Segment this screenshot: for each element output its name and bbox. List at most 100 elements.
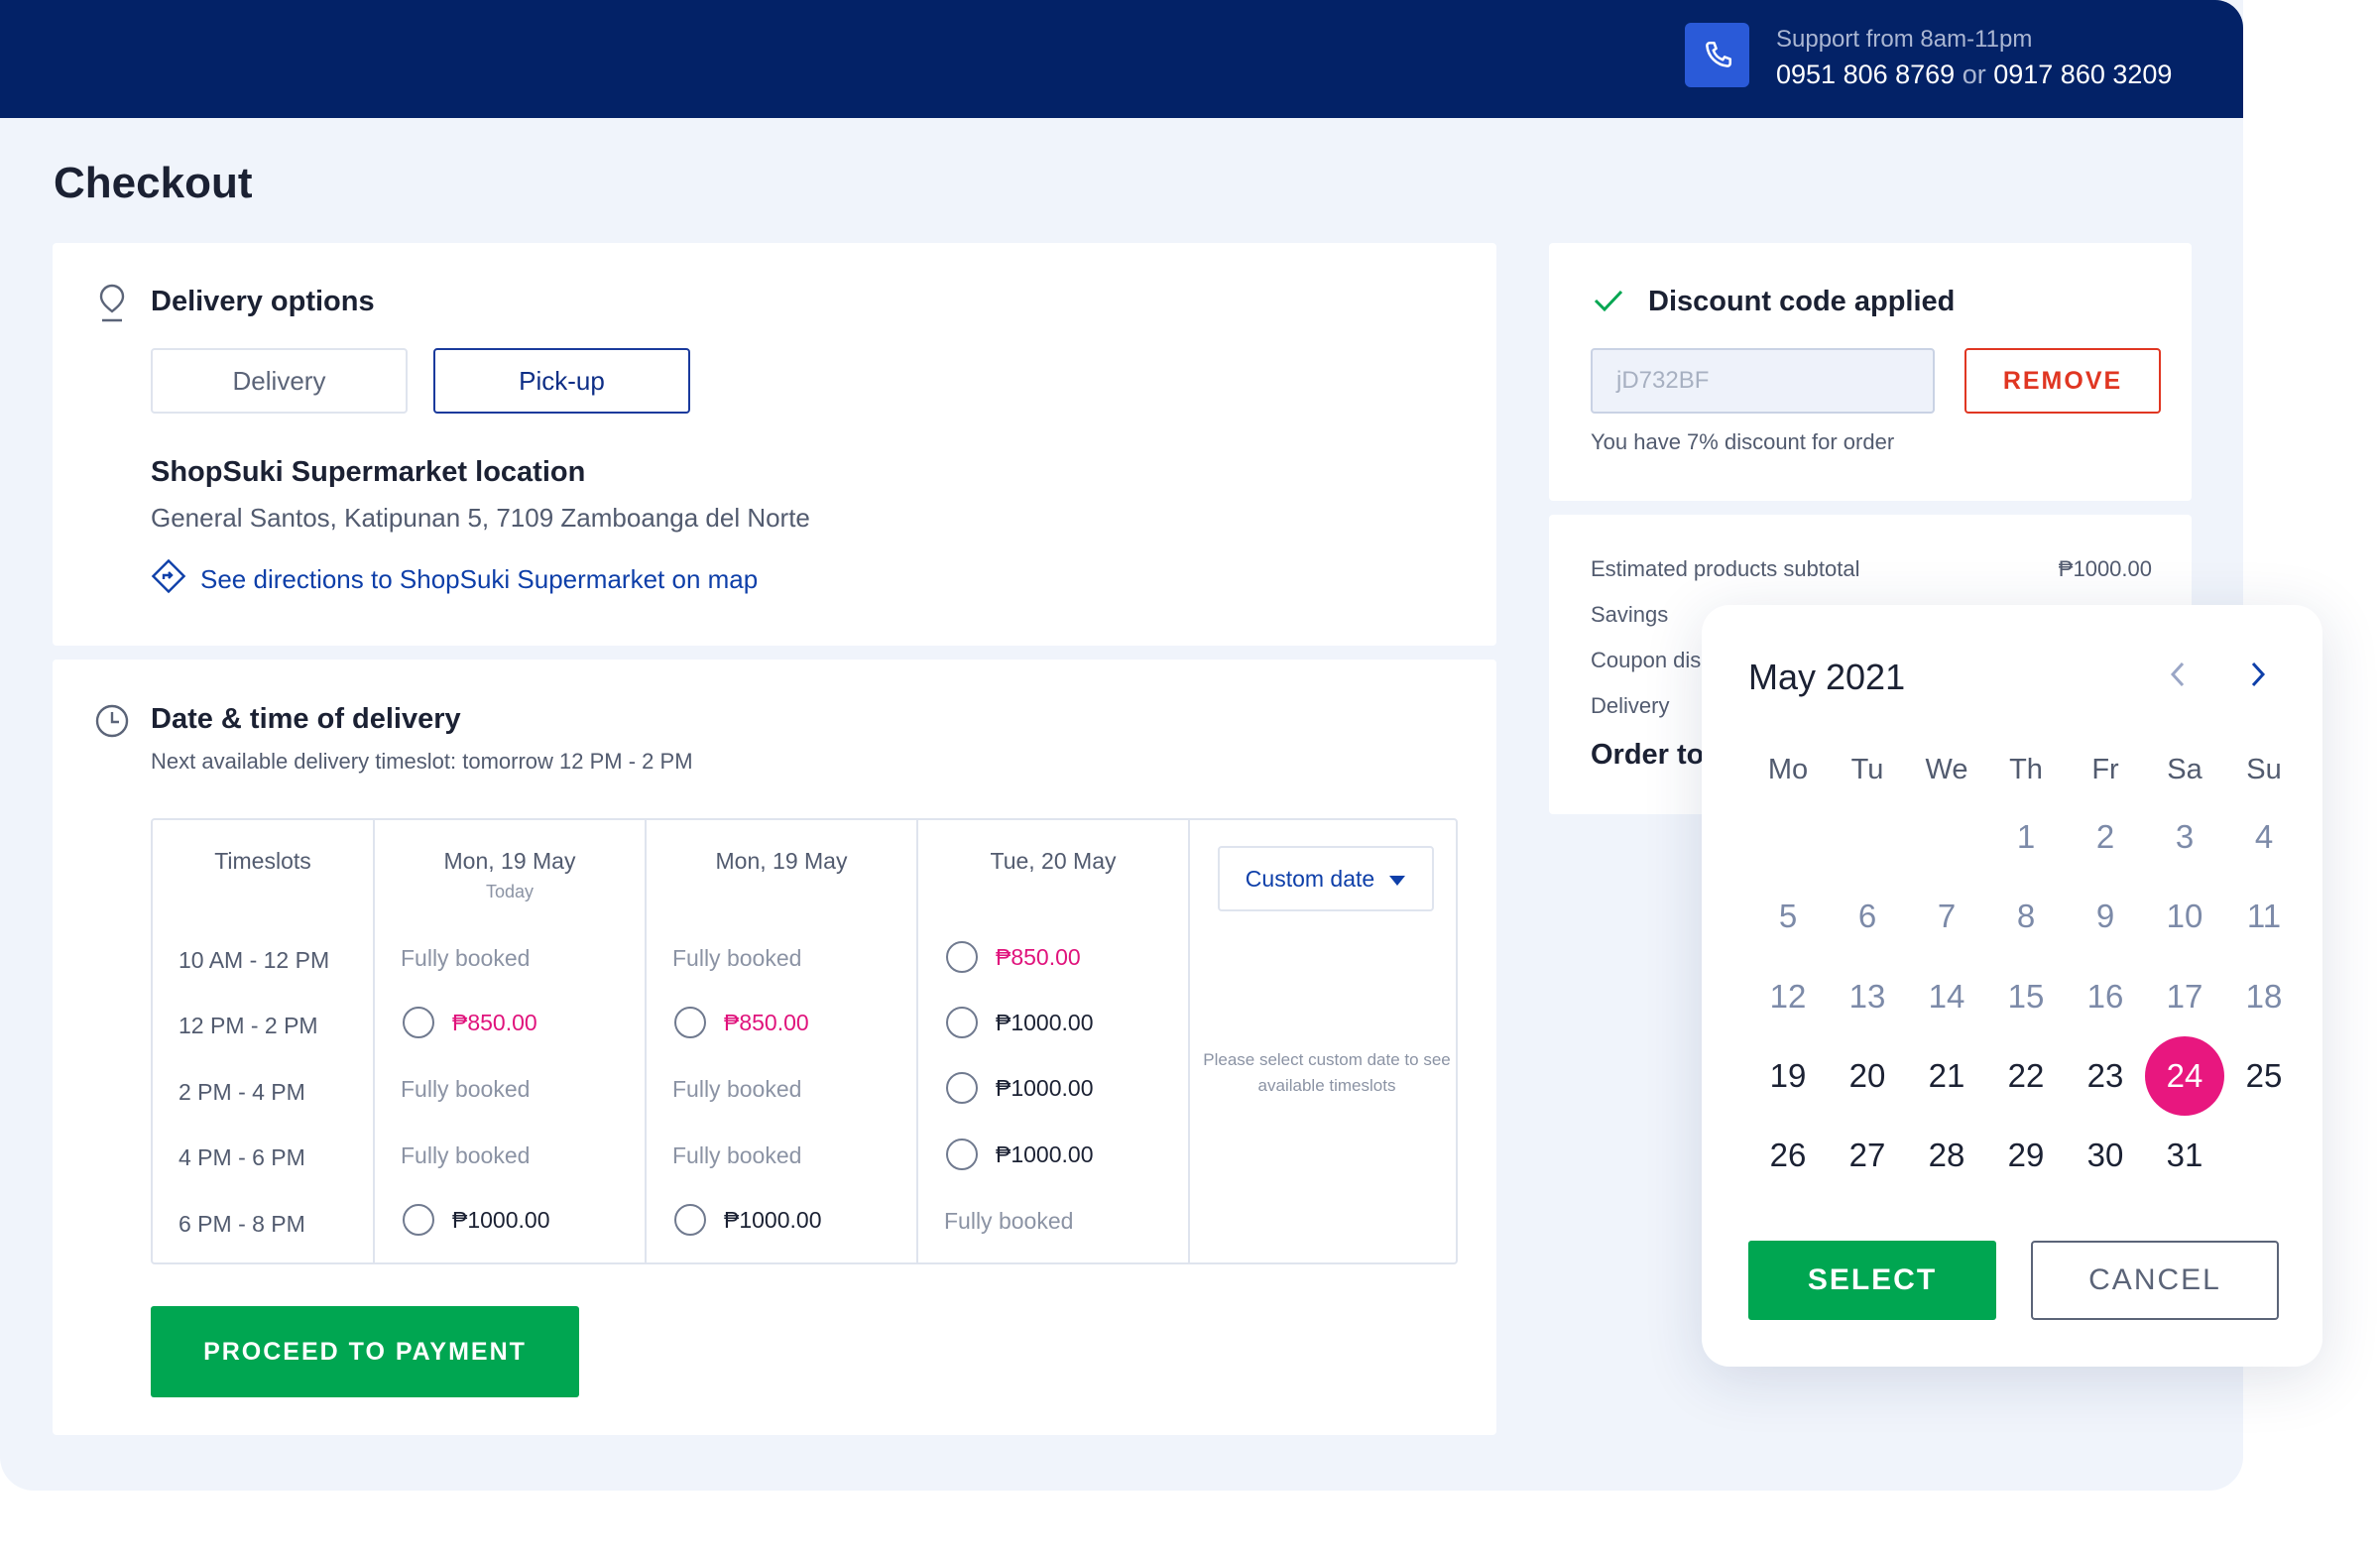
radio-button[interactable] [674, 1204, 706, 1236]
day-column: Mon, 19 May Today Fully booked ₱850.00 Ful… [375, 820, 647, 1262]
delivery-options-card: Delivery options Delivery Pick-up ShopSu… [53, 243, 1496, 646]
date-time-title: Date & time of delivery [151, 703, 461, 735]
calendar-day[interactable]: 4 [2224, 797, 2304, 877]
timeslot-fully-booked: Fully booked [944, 1208, 1073, 1235]
radio-button[interactable] [403, 1204, 434, 1236]
timeslot-label: 2 PM - 4 PM [178, 1079, 305, 1105]
calendar-day[interactable]: 2 [2066, 797, 2145, 877]
fully-booked-label: Fully booked [944, 1208, 1074, 1234]
calendar-day[interactable]: 20 [1828, 1036, 1907, 1116]
weekday-label: Tu [1850, 754, 1884, 785]
calendar-day[interactable]: 11 [2224, 877, 2304, 956]
custom-date-dropdown[interactable]: Custom date [1218, 846, 1434, 911]
timeslot-label: 4 PM - 6 PM [178, 1144, 305, 1170]
calendar-day[interactable]: 27 [1828, 1116, 1907, 1195]
proceed-to-payment-button[interactable]: PROCEED TO PAYMENT [151, 1306, 579, 1397]
support-hours: Support from 8am-11pm [1776, 26, 2033, 53]
calendar-day[interactable]: 6 [1828, 877, 1907, 956]
timeslot-price: ₱1000.00 [996, 1074, 1094, 1101]
fully-booked-label: Fully booked [672, 1142, 802, 1168]
caret-down-icon [1388, 866, 1406, 893]
remove-discount-button[interactable]: REMOVE [1964, 348, 2161, 414]
chevron-left-icon[interactable] [2158, 655, 2198, 694]
timeslot-fully-booked: Fully booked [401, 1142, 530, 1169]
day-header: Mon, 19 May [443, 848, 576, 874]
next-timeslot-note: Next available delivery timeslot: tomorr… [151, 749, 693, 774]
calendar-day[interactable]: 28 [1907, 1116, 1986, 1195]
calendar-day[interactable]: 25 [2224, 1036, 2304, 1116]
calendar-day[interactable]: 30 [2066, 1116, 2145, 1195]
support-phones: 0951 806 8769 or 0917 860 3209 [1776, 60, 2172, 90]
cancel-button[interactable]: CANCEL [2031, 1241, 2279, 1320]
top-bar: Support from 8am-11pm 0951 806 8769 or 0… [0, 0, 2243, 118]
calendar-day[interactable]: 16 [2066, 957, 2145, 1036]
directions-link-label[interactable]: See directions to ShopSuki Supermarket o… [200, 564, 758, 595]
weekday-label: Fr [2091, 754, 2119, 785]
radio-button[interactable] [946, 1007, 978, 1038]
delivery-option-button[interactable]: Delivery [151, 348, 408, 414]
date-picker-popup: May 2021 SELECT CANCEL Mo Tu We Th Fr Sa Su 1 2 3… [1702, 605, 2322, 1367]
calendar-day[interactable]: 19 [1748, 1036, 1828, 1116]
timeslot-option[interactable]: ₱1000.00 [946, 1072, 1093, 1104]
radio-button[interactable] [946, 941, 978, 973]
calendar-day[interactable]: 18 [2224, 957, 2304, 1036]
radio-button[interactable] [674, 1007, 706, 1038]
calendar-day[interactable]: 10 [2145, 877, 2224, 956]
fully-booked-label: Fully booked [672, 945, 802, 971]
timeslot-option[interactable]: ₱1000.00 [674, 1204, 821, 1236]
discount-card: Discount code applied jD732BF REMOVE You… [1549, 243, 2192, 501]
calendar-month: May 2021 [1748, 657, 1906, 697]
timeslot-price: ₱850.00 [996, 943, 1081, 970]
calendar-day[interactable]: 5 [1748, 877, 1828, 956]
radio-button[interactable] [403, 1007, 434, 1038]
calendar-day[interactable]: 15 [1986, 957, 2066, 1036]
timeslot-option[interactable]: ₱1000.00 [946, 1139, 1093, 1170]
phone-icon[interactable] [1685, 23, 1749, 87]
calendar-day[interactable]: 14 [1907, 957, 1986, 1036]
calendar-day-selected[interactable]: 24 [2145, 1036, 2224, 1116]
timeslot-price: ₱850.00 [724, 1009, 809, 1035]
directions-icon [151, 558, 186, 601]
calendar-day[interactable]: 8 [1986, 877, 2066, 956]
select-date-button[interactable]: SELECT [1748, 1241, 1996, 1320]
timeslot-option[interactable]: ₱850.00 [946, 941, 1081, 973]
timeslot-option[interactable]: ₱850.00 [674, 1007, 809, 1038]
timeslot-option[interactable]: ₱1000.00 [946, 1007, 1093, 1038]
calendar-day[interactable]: 7 [1907, 877, 1986, 956]
discount-note: You have 7% discount for order [1591, 429, 1895, 454]
radio-button[interactable] [946, 1139, 978, 1170]
discount-title: Discount code applied [1648, 286, 1956, 317]
timeslot-fully-booked: Fully booked [672, 1142, 801, 1169]
calendar-day[interactable]: 26 [1748, 1116, 1828, 1195]
timeslot-option[interactable]: ₱1000.00 [403, 1204, 549, 1236]
phone-separator: or [1962, 60, 1986, 89]
calendar-day[interactable]: 21 [1907, 1036, 1986, 1116]
calendar-day[interactable]: 17 [2145, 957, 2224, 1036]
check-icon [1593, 288, 1624, 318]
order-total-label: Order to [1591, 739, 1705, 771]
directions-link[interactable]: See directions to ShopSuki Supermarket o… [151, 558, 758, 601]
timeslot-label: 10 AM - 12 PM [178, 947, 330, 973]
calendar-day[interactable]: 1 [1986, 797, 2066, 877]
timeslot-fully-booked: Fully booked [401, 1076, 530, 1103]
calendar-day[interactable]: 13 [1828, 957, 1907, 1036]
calendar-day[interactable]: 3 [2145, 797, 2224, 877]
calendar-day[interactable]: 23 [2066, 1036, 2145, 1116]
timeslots-column: Timeslots 10 AM - 12 PM 12 PM - 2 PM 2 P… [153, 820, 375, 1262]
chevron-right-icon[interactable] [2238, 655, 2278, 694]
date-time-card: Date & time of delivery Next available d… [53, 660, 1496, 1435]
radio-button[interactable] [946, 1072, 978, 1104]
calendar-day[interactable]: 12 [1748, 957, 1828, 1036]
phone-number-2[interactable]: 0917 860 3209 [1993, 60, 2172, 89]
custom-date-note: Please select custom date to see availab… [1203, 1050, 1451, 1095]
day-header: Mon, 19 May [715, 848, 848, 874]
weekday-label: Su [2246, 754, 2282, 785]
pickup-option-button[interactable]: Pick-up [433, 348, 690, 414]
calendar-day[interactable]: 29 [1986, 1116, 2066, 1195]
phone-number-1[interactable]: 0951 806 8769 [1776, 60, 1955, 89]
discount-code-field[interactable]: jD732BF [1591, 348, 1935, 414]
timeslot-option[interactable]: ₱850.00 [403, 1007, 537, 1038]
calendar-day[interactable]: 31 [2145, 1116, 2224, 1195]
calendar-day[interactable]: 9 [2066, 877, 2145, 956]
calendar-day[interactable]: 22 [1986, 1036, 2066, 1116]
